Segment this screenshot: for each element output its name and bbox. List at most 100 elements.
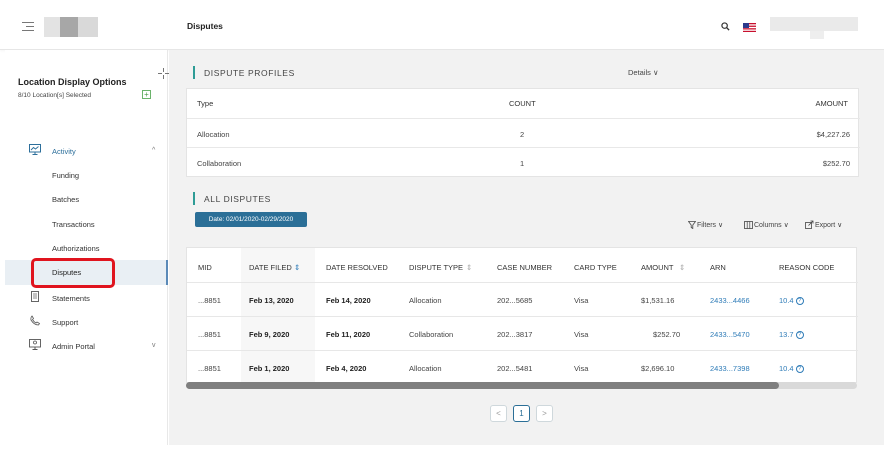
sidebar-item-label: Support bbox=[52, 318, 79, 327]
sort-icon[interactable]: ⇕ bbox=[679, 263, 685, 272]
move-icon[interactable] bbox=[158, 68, 169, 79]
sort-icon[interactable]: ⇕ bbox=[466, 263, 472, 272]
help-icon[interactable]: ? bbox=[795, 331, 804, 340]
location-display-title: Location Display Options bbox=[18, 77, 127, 87]
cell-mid: ...8851 bbox=[198, 330, 221, 339]
phone-icon bbox=[30, 315, 41, 326]
monitor-icon bbox=[29, 144, 41, 155]
top-bar: Disputes bbox=[0, 0, 884, 50]
cell-date-resolved: Feb 4, 2020 bbox=[326, 364, 367, 373]
document-icon bbox=[31, 291, 39, 302]
cell-card-type: Visa bbox=[574, 296, 589, 305]
cell-mid: ...8851 bbox=[198, 364, 221, 373]
cell-dispute-type: Collaboration bbox=[409, 330, 454, 339]
search-icon[interactable] bbox=[721, 22, 730, 31]
filters-button[interactable]: Filters ∨ bbox=[697, 221, 723, 229]
cell-date-filed: Feb 13, 2020 bbox=[249, 296, 294, 305]
cell-mid: ...8851 bbox=[198, 296, 221, 305]
column-header-reason-code[interactable]: REASON CODE bbox=[779, 263, 834, 272]
menu-icon[interactable] bbox=[22, 22, 34, 31]
export-icon[interactable] bbox=[805, 220, 814, 229]
scrollbar-thumb[interactable] bbox=[186, 382, 779, 389]
location-selected-count: 8/10 Location[s] Selected bbox=[18, 92, 91, 99]
cell-case-number: 202...5481 bbox=[497, 364, 533, 373]
column-header-dispute-type[interactable]: DISPUTE TYPE bbox=[409, 263, 463, 272]
sidebar-item-label: Statements bbox=[52, 294, 90, 303]
cell-amount: $1,531.16 bbox=[641, 296, 675, 305]
profile-amount: $252.70 bbox=[822, 159, 850, 168]
highlight-annotation bbox=[31, 258, 115, 288]
column-header-date-resolved[interactable]: DATE RESOLVED bbox=[326, 263, 388, 272]
page-title: Disputes bbox=[187, 21, 223, 31]
columns-button[interactable]: Columns ∨ bbox=[754, 221, 789, 229]
column-header-amount[interactable]: AMOUNT bbox=[641, 263, 674, 272]
cell-date-filed: Feb 1, 2020 bbox=[249, 364, 290, 373]
cell-reason-code: 10.4 bbox=[779, 364, 794, 373]
column-header-mid[interactable]: MID bbox=[198, 263, 212, 272]
filter-icon[interactable] bbox=[688, 221, 696, 229]
section-accent bbox=[193, 66, 195, 79]
profile-amount: $4,227.26 bbox=[816, 130, 850, 139]
sidebar-item-funding[interactable]: Funding bbox=[52, 171, 79, 180]
cell-arn-link[interactable]: 2433...5470 bbox=[710, 330, 750, 339]
sidebar-item-label: Activity bbox=[52, 147, 76, 156]
pagination-prev-button[interactable]: < bbox=[490, 405, 507, 422]
profile-count: 2 bbox=[520, 130, 525, 139]
table-row[interactable]: ...8851 Feb 9, 2020 Feb 11, 2020 Collabo… bbox=[187, 316, 858, 350]
profile-type: Allocation bbox=[197, 130, 230, 139]
column-header-count: COUNT bbox=[509, 99, 536, 108]
chevron-down-icon[interactable]: v bbox=[152, 342, 156, 349]
cell-amount: $2,696.10 bbox=[641, 364, 675, 373]
cell-dispute-type: Allocation bbox=[409, 364, 442, 373]
cell-date-resolved: Feb 11, 2020 bbox=[326, 330, 371, 339]
dispute-profiles-title: DISPUTE PROFILES bbox=[204, 68, 295, 78]
column-header-type: Type bbox=[197, 99, 214, 108]
sidebar-item-authorizations[interactable]: Authorizations bbox=[52, 244, 100, 253]
table-row[interactable]: Collaboration 1 $252.70 bbox=[187, 147, 860, 176]
columns-icon[interactable] bbox=[744, 221, 753, 229]
sidebar-item-support[interactable]: Support bbox=[5, 311, 168, 333]
sidebar-item-batches[interactable]: Batches bbox=[52, 195, 79, 204]
table-row[interactable]: ...8851 Feb 13, 2020 Feb 14, 2020 Alloca… bbox=[187, 282, 858, 316]
all-disputes-title: ALL DISPUTES bbox=[204, 194, 271, 204]
admin-icon bbox=[29, 339, 41, 350]
table-row[interactable]: ...8851 Feb 1, 2020 Feb 4, 2020 Allocati… bbox=[187, 350, 858, 384]
sort-icon[interactable]: ⇕ bbox=[294, 263, 300, 272]
all-disputes-table: MID DATE FILED ⇕ DATE RESOLVED DISPUTE T… bbox=[186, 247, 858, 384]
chevron-up-icon[interactable]: ^ bbox=[152, 147, 155, 154]
logo bbox=[44, 17, 98, 37]
cell-date-resolved: Feb 14, 2020 bbox=[326, 296, 371, 305]
column-header-card-type[interactable]: CARD TYPE bbox=[574, 263, 617, 272]
horizontal-scrollbar[interactable] bbox=[186, 382, 857, 389]
sidebar-item-transactions[interactable]: Transactions bbox=[52, 220, 95, 229]
sidebar-item-activity[interactable]: Activity ^ bbox=[5, 140, 168, 162]
help-icon[interactable]: ? bbox=[795, 365, 804, 374]
cell-dispute-type: Allocation bbox=[409, 296, 442, 305]
pagination-page-1[interactable]: 1 bbox=[513, 405, 530, 422]
dispute-profiles-table: Type COUNT AMOUNT Allocation 2 $4,227.26… bbox=[186, 88, 860, 177]
table-row[interactable]: Allocation 2 $4,227.26 bbox=[187, 118, 860, 147]
export-button[interactable]: Export ∨ bbox=[815, 221, 842, 229]
column-header-arn[interactable]: ARN bbox=[710, 263, 726, 272]
cell-reason-code: 13.7 bbox=[779, 330, 794, 339]
column-header-date-filed[interactable]: DATE FILED bbox=[249, 263, 292, 272]
sidebar-item-label: Admin Portal bbox=[52, 342, 95, 351]
cell-card-type: Visa bbox=[574, 330, 589, 339]
date-range-badge[interactable]: Date: 02/01/2020-02/29/2020 bbox=[195, 212, 307, 227]
cell-card-type: Visa bbox=[574, 364, 589, 373]
us-flag-icon[interactable] bbox=[743, 23, 756, 32]
details-toggle[interactable]: Details ∨ bbox=[628, 68, 659, 77]
cell-arn-link[interactable]: 2433...7398 bbox=[710, 364, 750, 373]
profile-count: 1 bbox=[520, 159, 525, 168]
sidebar-item-admin-portal[interactable]: Admin Portal v bbox=[5, 335, 168, 357]
profile-type: Collaboration bbox=[197, 159, 242, 168]
pagination-next-button[interactable]: > bbox=[536, 405, 553, 422]
help-icon[interactable]: ? bbox=[795, 297, 804, 306]
cell-date-filed: Feb 9, 2020 bbox=[249, 330, 290, 339]
column-header-amount: AMOUNT bbox=[815, 99, 849, 108]
cell-arn-link[interactable]: 2433...4466 bbox=[710, 296, 750, 305]
add-icon[interactable]: + bbox=[142, 90, 151, 99]
column-header-case-number[interactable]: CASE NUMBER bbox=[497, 263, 552, 272]
sidebar-item-statements[interactable]: Statements bbox=[5, 287, 168, 309]
user-menu[interactable] bbox=[770, 17, 858, 39]
